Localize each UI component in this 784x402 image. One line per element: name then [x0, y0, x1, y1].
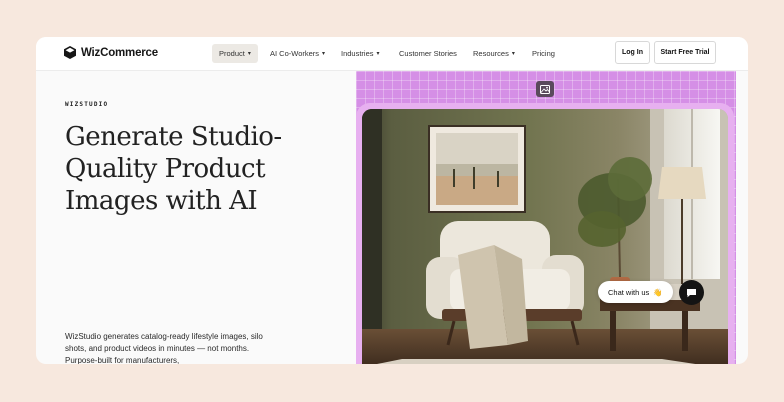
headline-line-1: Generate Studio- [65, 122, 282, 152]
chevron-down-icon: ▾ [511, 51, 515, 57]
nav-product-label: Product [219, 49, 245, 58]
image-icon [540, 84, 550, 94]
hero-visual [356, 71, 736, 364]
hero-description: WizStudio generates catalog-ready lifest… [65, 332, 263, 364]
armchair-room-illustration [362, 109, 728, 364]
nav-ai-coworkers-label: AI Co-Workers [270, 49, 320, 58]
nav-pricing[interactable]: Pricing [525, 44, 562, 63]
brand-name: WizCommerce [81, 46, 158, 59]
nav-resources-label: Resources [473, 49, 509, 58]
login-button[interactable]: Log In [615, 41, 650, 64]
nav-industries[interactable]: Industries ▾ [334, 44, 387, 63]
nav-industries-label: Industries [341, 49, 374, 58]
top-navbar: WizCommerce Product ▾ AI Co-Workers ▾ In… [36, 37, 748, 71]
chevron-down-icon: ▾ [376, 51, 380, 57]
image-generate-chip[interactable] [536, 81, 554, 97]
chevron-down-icon: ▾ [322, 51, 326, 57]
chat-label: Chat with us [608, 287, 650, 297]
chevron-down-icon: ▾ [247, 51, 251, 57]
start-free-trial-button[interactable]: Start Free Trial [654, 41, 716, 64]
nav-ai-coworkers[interactable]: AI Co-Workers ▾ [263, 44, 332, 63]
chat-bubble-icon [687, 288, 696, 297]
nav-customer-stories[interactable]: Customer Stories [392, 44, 464, 63]
brand-logo[interactable]: WizCommerce [64, 46, 158, 59]
photo-frame [356, 103, 734, 364]
logo-cube-icon [64, 46, 76, 59]
nav-customer-stories-label: Customer Stories [399, 49, 457, 58]
page-card: WizCommerce Product ▾ AI Co-Workers ▾ In… [36, 37, 748, 364]
chat-with-us-button[interactable]: Chat with us 👋 [598, 281, 673, 303]
headline-line-3: Images with AI [65, 186, 258, 216]
chat-launcher-button[interactable] [679, 280, 704, 305]
headline-line-2: Quality Product [65, 154, 266, 184]
hero-headline: Generate Studio- Quality Product Images … [65, 121, 345, 217]
hero-eyebrow: WIZSTUDIO [65, 101, 109, 108]
nav-resources[interactable]: Resources ▾ [466, 44, 522, 63]
wave-emoji-icon: 👋 [653, 287, 663, 297]
nav-product[interactable]: Product ▾ [212, 44, 258, 63]
lifestyle-product-photo [362, 109, 728, 364]
nav-pricing-label: Pricing [532, 49, 555, 58]
